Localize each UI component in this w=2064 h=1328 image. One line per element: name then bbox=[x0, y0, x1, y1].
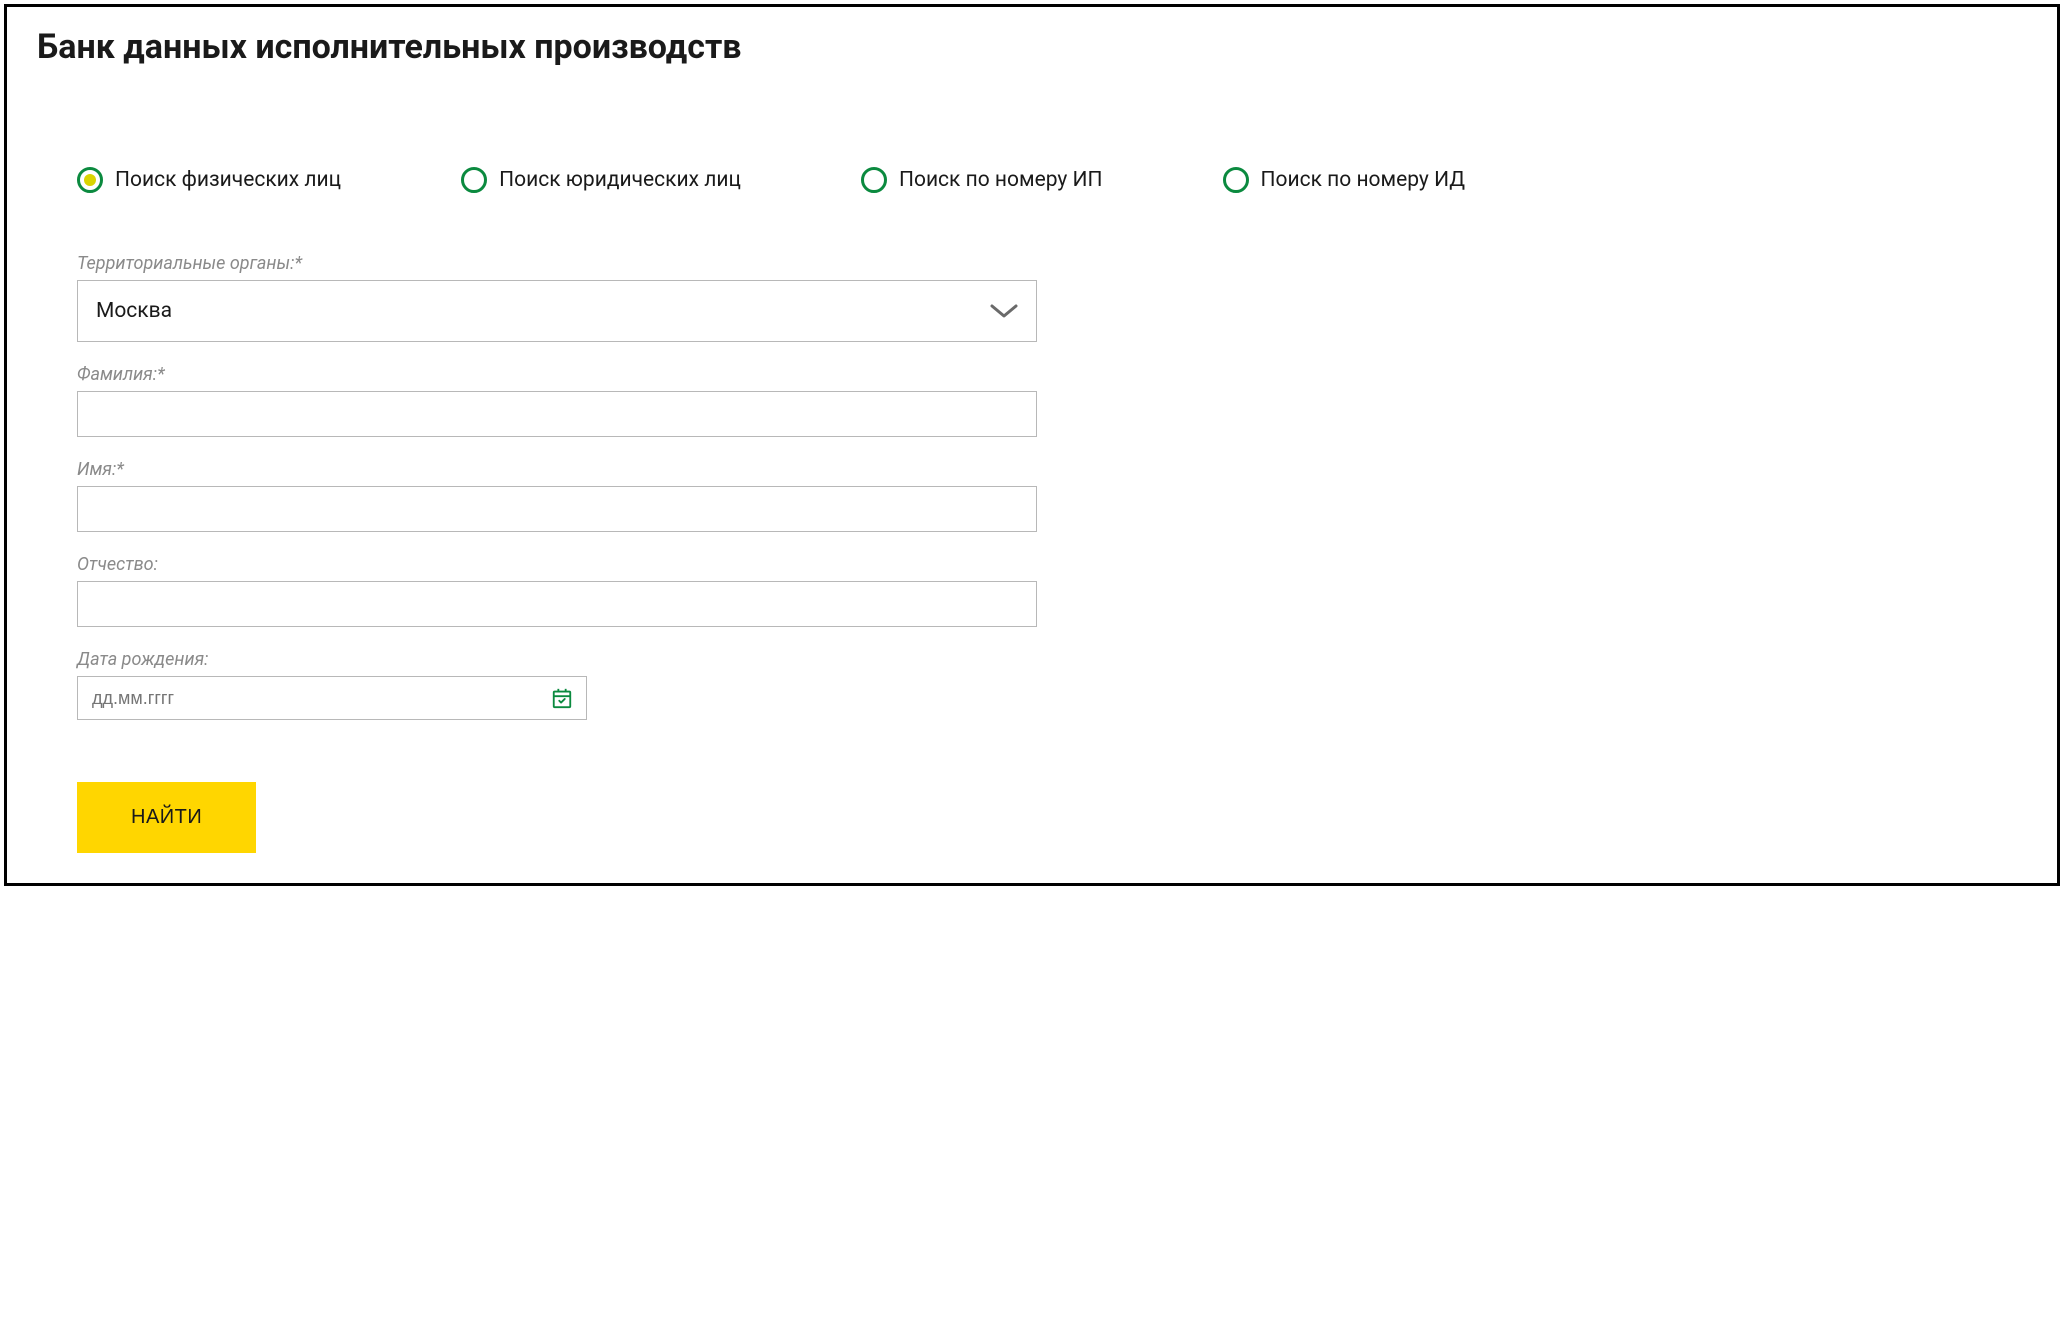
territory-select[interactable]: Москва bbox=[77, 280, 1037, 342]
radio-ip-number[interactable]: Поиск по номеру ИП bbox=[861, 167, 1103, 193]
page-title: Банк данных исполнительных производств bbox=[37, 27, 2027, 67]
surname-input[interactable] bbox=[77, 391, 1037, 437]
radio-unselected-icon bbox=[861, 167, 887, 193]
radio-physical-persons[interactable]: Поиск физических лиц bbox=[77, 167, 341, 193]
radio-unselected-icon bbox=[461, 167, 487, 193]
radio-selected-icon bbox=[77, 167, 103, 193]
birthdate-label: Дата рождения: bbox=[77, 649, 1037, 670]
field-birthdate: Дата рождения: bbox=[77, 649, 1037, 720]
patronymic-label: Отчество: bbox=[77, 554, 1037, 575]
radio-label: Поиск физических лиц bbox=[115, 168, 341, 192]
page-container: Банк данных исполнительных производств П… bbox=[4, 4, 2060, 886]
birthdate-input[interactable] bbox=[77, 676, 587, 720]
radio-unselected-icon bbox=[1223, 167, 1249, 193]
radio-label: Поиск по номеру ИД bbox=[1261, 168, 1466, 192]
radio-id-number[interactable]: Поиск по номеру ИД bbox=[1223, 167, 1466, 193]
radio-label: Поиск юридических лиц bbox=[499, 168, 741, 192]
search-form: Территориальные органы:* Москва Фамилия:… bbox=[37, 253, 1037, 853]
firstname-input[interactable] bbox=[77, 486, 1037, 532]
patronymic-input[interactable] bbox=[77, 581, 1037, 627]
chevron-down-icon bbox=[990, 303, 1018, 319]
field-surname: Фамилия:* bbox=[77, 364, 1037, 437]
birthdate-wrap bbox=[77, 676, 587, 720]
search-type-radios: Поиск физических лиц Поиск юридических л… bbox=[37, 167, 2027, 193]
radio-legal-entities[interactable]: Поиск юридических лиц bbox=[461, 167, 741, 193]
field-patronymic: Отчество: bbox=[77, 554, 1037, 627]
territory-label: Территориальные органы:* bbox=[77, 253, 1037, 274]
field-territory: Территориальные органы:* Москва bbox=[77, 253, 1037, 342]
firstname-label: Имя:* bbox=[77, 459, 1037, 480]
search-button[interactable]: НАЙТИ bbox=[77, 782, 256, 853]
field-firstname: Имя:* bbox=[77, 459, 1037, 532]
surname-label: Фамилия:* bbox=[77, 364, 1037, 385]
territory-value: Москва bbox=[96, 299, 990, 323]
radio-label: Поиск по номеру ИП bbox=[899, 168, 1103, 192]
